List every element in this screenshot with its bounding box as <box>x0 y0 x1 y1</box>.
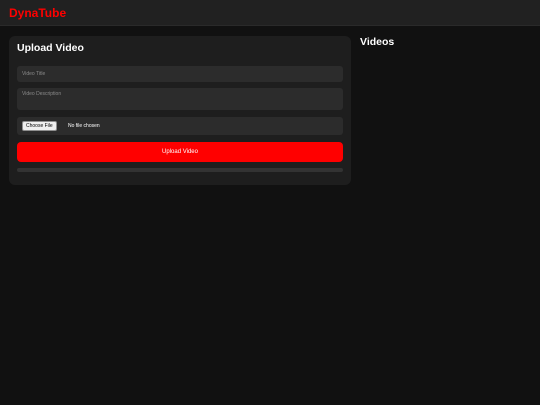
upload-video-button[interactable]: Upload Video <box>17 142 343 162</box>
video-description-input[interactable] <box>17 88 343 110</box>
file-input-row: Choose File No file chosen <box>17 117 343 135</box>
upload-progress-bar <box>17 168 343 172</box>
top-bar: DynaTube <box>0 0 540 26</box>
videos-heading: Videos <box>360 36 395 48</box>
video-title-input[interactable] <box>17 66 343 82</box>
brand-logo-text[interactable]: DynaTube <box>9 6 66 20</box>
upload-card-title: Upload Video <box>17 42 84 54</box>
upload-video-card: Upload Video Choose File No file chosen … <box>9 36 351 185</box>
file-status-text: No file chosen <box>68 123 100 129</box>
choose-file-button[interactable]: Choose File <box>22 121 57 131</box>
videos-section: Videos <box>360 36 530 186</box>
